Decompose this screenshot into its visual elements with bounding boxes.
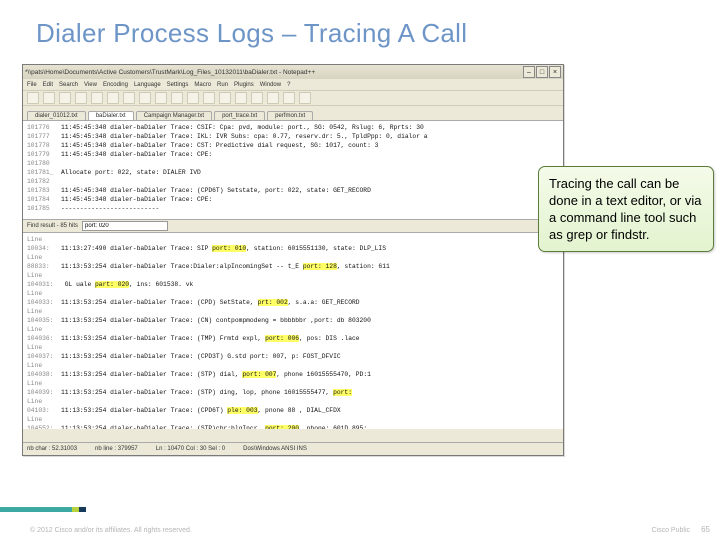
window-title: *\\pats\Home\Documents\Active Customers\… xyxy=(25,69,522,76)
tab[interactable]: perfmon.txt xyxy=(267,111,313,120)
tab[interactable]: port_trace.txt xyxy=(214,111,265,120)
toolbar-button[interactable] xyxy=(123,92,135,104)
menu-run[interactable]: Run xyxy=(217,82,228,88)
tab[interactable]: dialer_01012.txt xyxy=(27,111,86,120)
find-label: Find result - 85 hits xyxy=(27,223,78,229)
toolbar-button[interactable] xyxy=(27,92,39,104)
brand-bar xyxy=(0,507,720,512)
minimize-button[interactable]: – xyxy=(523,66,535,78)
log-line: 10178311:45:45:348 dialer-baDialer Trace… xyxy=(27,186,559,195)
toolbar-button[interactable] xyxy=(267,92,279,104)
menu-?[interactable]: ? xyxy=(287,82,290,88)
menu-edit[interactable]: Edit xyxy=(43,82,53,88)
toolbar-button[interactable] xyxy=(203,92,215,104)
tab[interactable]: baDialer.txt xyxy=(88,111,134,120)
toolbar-button[interactable] xyxy=(155,92,167,104)
find-results-bar: Find result - 85 hits xyxy=(23,220,563,233)
toolbar-button[interactable] xyxy=(187,92,199,104)
callout-box: Tracing the call can be done in a text e… xyxy=(538,166,714,252)
log-line: Line 104037:11:13:53:254 dialer-baDialer… xyxy=(27,343,559,361)
toolbar-button[interactable] xyxy=(219,92,231,104)
menu-macro[interactable]: Macro xyxy=(194,82,211,88)
status-lines: nb line : 379957 xyxy=(95,446,138,452)
toolbar-button[interactable] xyxy=(75,92,87,104)
footer-brand: Cisco Public xyxy=(651,527,690,534)
toolbar-button[interactable] xyxy=(43,92,55,104)
log-line: Line 104031: GL uale part: 020, ins: 601… xyxy=(27,271,559,289)
editor-pane-bottom[interactable]: Line 10034:11:13:27:490 dialer-baDialer … xyxy=(23,233,563,429)
slide-number: 65 xyxy=(701,525,710,534)
menu-plugins[interactable]: Plugins xyxy=(234,82,254,88)
log-line: 101780 xyxy=(27,159,559,168)
menu-search[interactable]: Search xyxy=(59,82,78,88)
toolbar[interactable] xyxy=(23,91,563,106)
statusbar: nb char : 52.31003 nb line : 379957 Ln :… xyxy=(23,442,563,455)
editor-pane-top[interactable]: 10177611:45:45:348 dialer-baDialer Trace… xyxy=(23,121,563,220)
log-line: 101781_Allocate port: 022, state: DIALER… xyxy=(27,168,559,177)
toolbar-button[interactable] xyxy=(91,92,103,104)
toolbar-button[interactable] xyxy=(299,92,311,104)
tab[interactable]: Campaign Manager.txt xyxy=(136,111,212,120)
editor-window: *\\pats\Home\Documents\Active Customers\… xyxy=(22,64,564,456)
toolbar-button[interactable] xyxy=(235,92,247,104)
log-line: Line 104552:11:13:53:254 dialer-baDialer… xyxy=(27,415,559,429)
titlebar: *\\pats\Home\Documents\Active Customers\… xyxy=(23,65,563,79)
log-line: 10177811:45:45:348 dialer-baDialer Trace… xyxy=(27,141,559,150)
menu-language[interactable]: Language xyxy=(134,82,161,88)
log-line: 10177711:45:45:348 dialer-baDialer Trace… xyxy=(27,132,559,141)
log-line: Line 104038:11:13:53:254 dialer-baDialer… xyxy=(27,361,559,379)
status-ins: Dos\Windows ANSI INS xyxy=(243,446,307,452)
menubar[interactable]: File Edit Search View Encoding Language Settin… xyxy=(23,79,563,91)
status-chars: nb char : 52.31003 xyxy=(27,446,77,452)
toolbar-button[interactable] xyxy=(171,92,183,104)
menu-settings[interactable]: Settings xyxy=(167,82,189,88)
log-line: 10177911:45:45:348 dialer-baDialer Trace… xyxy=(27,150,559,159)
log-line: 10177611:45:45:348 dialer-baDialer Trace… xyxy=(27,123,559,132)
close-button[interactable]: × xyxy=(549,66,561,78)
menu-file[interactable]: File xyxy=(27,82,37,88)
menu-window[interactable]: Window xyxy=(260,82,281,88)
log-line: Line 04103:11:13:53:254 dialer-baDialer … xyxy=(27,397,559,415)
footer-copyright: © 2012 Cisco and/or its affiliates. All … xyxy=(30,527,192,534)
toolbar-button[interactable] xyxy=(283,92,295,104)
toolbar-button[interactable] xyxy=(107,92,119,104)
log-line: Line 104033:11:13:53:254 dialer-baDialer… xyxy=(27,289,559,307)
log-line: 101782 xyxy=(27,177,559,186)
slide-title: Dialer Process Logs – Tracing A Call xyxy=(0,0,720,59)
status-pos: Ln : 10470 Col : 30 Sel : 0 xyxy=(156,446,225,452)
log-line: Line 88833:11:13:53:254 dialer-baDialer … xyxy=(27,253,559,271)
log-line: 10178411:45:45:348 dialer-baDialer Trace… xyxy=(27,195,559,204)
maximize-button[interactable]: □ xyxy=(536,66,548,78)
toolbar-button[interactable] xyxy=(59,92,71,104)
find-input[interactable] xyxy=(82,221,168,231)
toolbar-button[interactable] xyxy=(251,92,263,104)
toolbar-button[interactable] xyxy=(139,92,151,104)
log-line: Line 104039:11:13:53:254 dialer-baDialer… xyxy=(27,379,559,397)
log-line: Line 10034:11:13:27:490 dialer-baDialer … xyxy=(27,235,559,253)
log-line: 101785-------------------------- xyxy=(27,204,559,213)
tabbar[interactable]: dialer_01012.txtbaDialer.txtCampaign Man… xyxy=(23,106,563,121)
log-line: Line 104035:11:13:53:254 dialer-baDialer… xyxy=(27,307,559,325)
menu-encoding[interactable]: Encoding xyxy=(103,82,128,88)
menu-view[interactable]: View xyxy=(84,82,97,88)
log-line: Line 104036:11:13:53:254 dialer-baDialer… xyxy=(27,325,559,343)
